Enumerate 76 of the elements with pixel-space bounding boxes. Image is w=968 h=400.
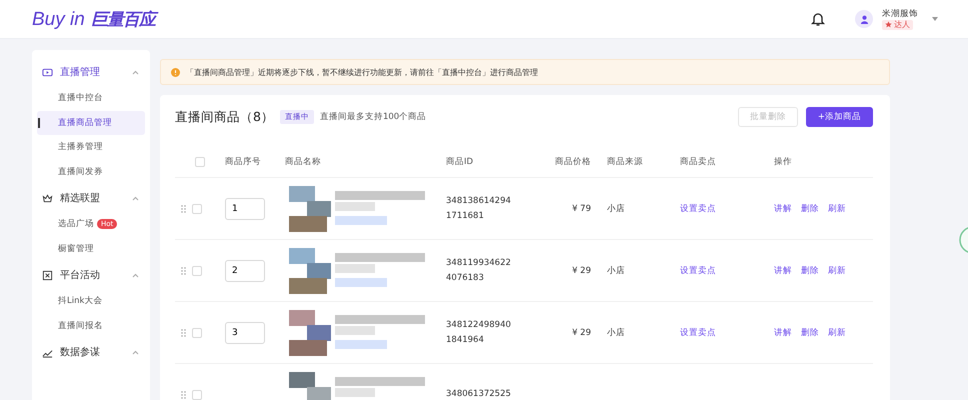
column-header: 商品序号 bbox=[225, 156, 261, 168]
role-badge: 达人 bbox=[882, 20, 913, 30]
sidebar-item[interactable]: 直播间报名 bbox=[37, 314, 145, 338]
item-label: 直播间报名 bbox=[58, 320, 103, 332]
column-header: 商品名称 bbox=[285, 156, 321, 168]
logo-text: Buy in bbox=[32, 8, 85, 30]
column-header: 商品来源 bbox=[607, 156, 643, 168]
crown-icon bbox=[42, 192, 53, 204]
source: 小店 bbox=[607, 202, 625, 214]
column-header: 商品价格 bbox=[555, 156, 591, 168]
panel-title: 直播间商品（8） bbox=[175, 108, 274, 126]
column-header: 商品ID bbox=[446, 156, 474, 168]
chevron-icon[interactable] bbox=[132, 350, 139, 354]
sequence-input[interactable]: 2 bbox=[225, 260, 265, 282]
set-selling-point-link[interactable]: 设置卖点 bbox=[680, 326, 716, 338]
item-label: 直播间发券 bbox=[58, 166, 103, 178]
user-name: 米潮服饰 bbox=[882, 8, 918, 20]
refresh-link[interactable]: 刷新 bbox=[828, 326, 846, 338]
item-label: 橱窗管理 bbox=[58, 242, 94, 255]
sidebar-group[interactable]: 精选联盟 bbox=[37, 184, 145, 212]
item-label: 直播中控台 bbox=[58, 92, 103, 104]
hint-text: 直播间最多支持100个商品 bbox=[320, 111, 426, 123]
sidebar-item[interactable]: 直播商品管理 bbox=[37, 110, 145, 135]
sidebar-item[interactable]: 直播间发券 bbox=[37, 160, 145, 184]
chevron-icon[interactable] bbox=[132, 70, 139, 74]
source: 小店 bbox=[607, 326, 625, 338]
checkbox[interactable] bbox=[192, 328, 202, 338]
product-id: 348061372525 bbox=[446, 388, 511, 400]
chevron-icon[interactable] bbox=[132, 196, 139, 200]
explain-link[interactable]: 讲解 bbox=[774, 264, 792, 276]
caret-icon[interactable] bbox=[932, 17, 938, 21]
source: 小店 bbox=[607, 264, 625, 276]
checkbox[interactable] bbox=[192, 204, 202, 214]
video-icon bbox=[42, 66, 53, 78]
sidebar-group[interactable]: 直播管理 bbox=[37, 58, 145, 86]
column-header: 商品卖点 bbox=[680, 156, 716, 168]
chevron-icon[interactable] bbox=[132, 272, 139, 278]
checkbox[interactable] bbox=[192, 266, 202, 276]
product-id: 348122498940 1841964 bbox=[446, 318, 511, 346]
sidebar-item[interactable]: 抖Link大会 bbox=[37, 289, 145, 314]
sidebar-item[interactable]: 橱窗管理 bbox=[37, 236, 145, 261]
set-selling-point-link[interactable]: 设置卖点 bbox=[680, 202, 716, 214]
warning-icon bbox=[171, 68, 180, 76]
item-label: 抖Link大会 bbox=[58, 295, 102, 308]
item-label: 直播商品管理 bbox=[58, 116, 112, 129]
refresh-link[interactable]: 刷新 bbox=[828, 202, 846, 214]
drag-handle-icon[interactable] bbox=[181, 266, 186, 274]
price: ¥ 79 bbox=[572, 204, 591, 214]
price: ¥ 29 bbox=[572, 266, 591, 276]
delete-link[interactable]: 删除 bbox=[801, 202, 819, 214]
column-header: 操作 bbox=[774, 156, 792, 168]
sidebar-item[interactable]: 直播中控台 bbox=[37, 86, 145, 110]
item-label: 选品广场 bbox=[58, 218, 94, 230]
explain-link[interactable]: 讲解 bbox=[774, 202, 792, 214]
delete-link[interactable]: 删除 bbox=[801, 326, 819, 338]
sidebar-item[interactable]: 主播券管理 bbox=[37, 135, 145, 160]
set-selling-point-link[interactable]: 设置卖点 bbox=[680, 264, 716, 276]
refresh-link[interactable]: 刷新 bbox=[828, 264, 846, 276]
sequence-input[interactable]: 3 bbox=[225, 322, 265, 344]
add-button[interactable]: +添加商品 bbox=[806, 107, 873, 127]
explain-link[interactable]: 讲解 bbox=[774, 326, 792, 338]
item-label: 主播券管理 bbox=[58, 141, 103, 154]
checkbox[interactable] bbox=[195, 157, 205, 167]
drag-handle-icon[interactable] bbox=[181, 390, 186, 398]
sidebar-group[interactable]: 数据参谋 bbox=[37, 338, 145, 366]
bell-icon[interactable] bbox=[811, 11, 825, 27]
product-id: 348138614294 1711681 bbox=[446, 194, 511, 222]
drag-handle-icon[interactable] bbox=[181, 328, 186, 336]
sidebar-group[interactable]: 平台活动 bbox=[37, 261, 145, 289]
price: ¥ 29 bbox=[572, 328, 591, 338]
checkbox[interactable] bbox=[192, 390, 202, 400]
drag-handle-icon[interactable] bbox=[181, 204, 186, 212]
product-id: 348119934622 4076183 bbox=[446, 256, 511, 284]
avatar[interactable] bbox=[855, 10, 873, 28]
sequence-input[interactable]: 1 bbox=[225, 198, 265, 220]
delete-link[interactable]: 删除 bbox=[801, 264, 819, 276]
